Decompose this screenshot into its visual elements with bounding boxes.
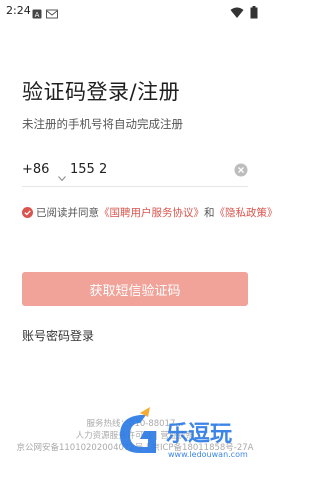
page-subtitle: 未注册的手机号将自动完成注册: [22, 117, 183, 131]
wifi-icon: [230, 4, 244, 23]
user-service-agreement-link[interactable]: 《国聘用户服务协议》: [99, 207, 204, 219]
watermark-url: www.ledouwan.com: [168, 450, 248, 459]
mail-icon: [46, 4, 58, 23]
watermark-logo: 乐逗玩 www.ledouwan.com: [110, 405, 260, 465]
get-sms-code-button[interactable]: 获取短信验证码: [22, 272, 248, 306]
password-login-link[interactable]: 账号密码登录: [22, 327, 94, 344]
agreement-row: 已阅读并同意《国聘用户服务协议》和《隐私政策》: [22, 205, 278, 220]
clear-input-icon[interactable]: [234, 162, 248, 177]
battery-icon: [250, 4, 258, 23]
chevron-down-icon[interactable]: [58, 167, 66, 186]
phone-number-input[interactable]: 155 2: [70, 162, 107, 177]
agreement-checkbox[interactable]: [22, 207, 33, 218]
agreement-prefix: 已阅读并同意: [36, 207, 99, 219]
notification-a-icon: A: [32, 4, 42, 23]
country-code-selector[interactable]: +86: [22, 162, 49, 177]
agreement-connector: 和: [204, 207, 215, 219]
watermark-text: 乐逗玩: [166, 422, 232, 447]
status-time: 2:24: [6, 4, 31, 17]
page-title: 验证码登录/注册: [22, 80, 181, 104]
status-bar: 2:24 A: [0, 0, 270, 22]
phone-input-row[interactable]: +86 155 2: [22, 160, 248, 187]
privacy-policy-link[interactable]: 《隐私政策》: [215, 207, 278, 219]
svg-text:A: A: [35, 11, 40, 19]
